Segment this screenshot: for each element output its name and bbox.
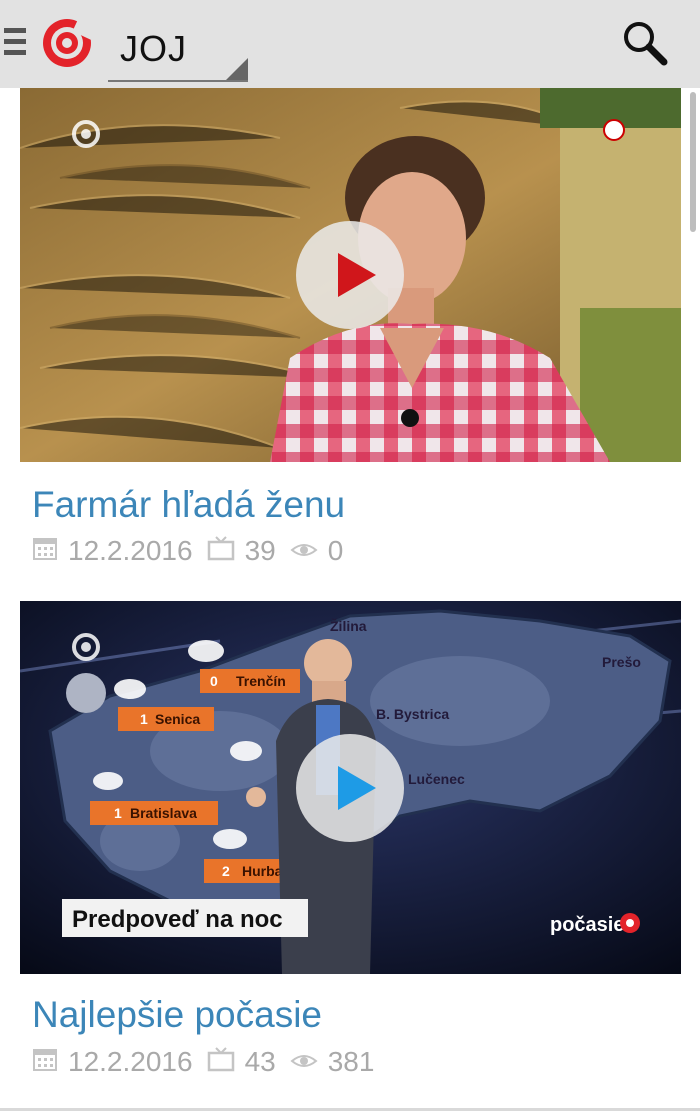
svg-text:Lučenec: Lučenec [408,771,465,787]
view-count: 0 [327,535,344,566]
map-label: Trenčín [236,673,286,689]
tv-episodes-icon [207,535,235,568]
dropdown-caret-icon [226,58,248,80]
video-title[interactable]: Najlepšie počasie [32,994,322,1036]
channel-selector[interactable]: JOJ [108,20,248,82]
episode-count: 39 [244,535,276,566]
svg-text:Žilina: Žilina [330,617,367,634]
scrollbar[interactable] [690,92,696,232]
video-card[interactable]: 0 Trenčín 1 Senica 1 Bratislava 2 Hurba Žili… [20,601,681,1077]
hamburger-menu-icon[interactable] [4,28,26,58]
overlay-caption: Predpoveď na noc [72,906,283,933]
channel-label: JOJ [120,28,188,69]
svg-text:Hurba: Hurba [242,863,283,879]
top-app-bar: JOJ [0,0,700,89]
svg-text:2: 2 [222,863,230,879]
overlay-brand: počasie [550,914,624,936]
svg-text:Prešo: Prešo [602,654,641,670]
svg-text:1: 1 [140,711,148,727]
svg-text:0: 0 [210,673,218,689]
svg-text:Senica: Senica [155,711,200,727]
svg-text:B. Bystrica: B. Bystrica [376,706,449,722]
svg-text:1: 1 [114,805,122,821]
calendar-icon [32,1046,58,1079]
video-title[interactable]: Farmár hľadá ženu [32,484,345,526]
video-date: 12.2.2016 [68,535,193,566]
svg-text:Bratislava: Bratislava [130,805,197,821]
video-date: 12.2.2016 [68,1046,193,1077]
tv-episodes-icon [207,1046,235,1079]
view-count: 381 [327,1046,375,1077]
video-thumbnail[interactable]: 0 Trenčín 1 Senica 1 Bratislava 2 Hurba Žili… [20,601,681,974]
video-thumbnail[interactable] [20,88,681,462]
calendar-icon [32,535,58,568]
play-button[interactable] [296,221,404,329]
eye-views-icon [290,535,318,567]
eye-views-icon [290,1046,318,1078]
video-meta: 12.2.2016 43 381 [32,1045,388,1079]
video-card[interactable]: Farmár hľadá ženu 12.2.2016 39 0 [20,88,681,566]
search-icon[interactable] [620,18,670,68]
joj-logo-icon[interactable] [40,16,103,70]
play-button[interactable] [296,734,404,842]
episode-count: 43 [244,1046,276,1077]
video-meta: 12.2.2016 39 0 [32,534,357,568]
